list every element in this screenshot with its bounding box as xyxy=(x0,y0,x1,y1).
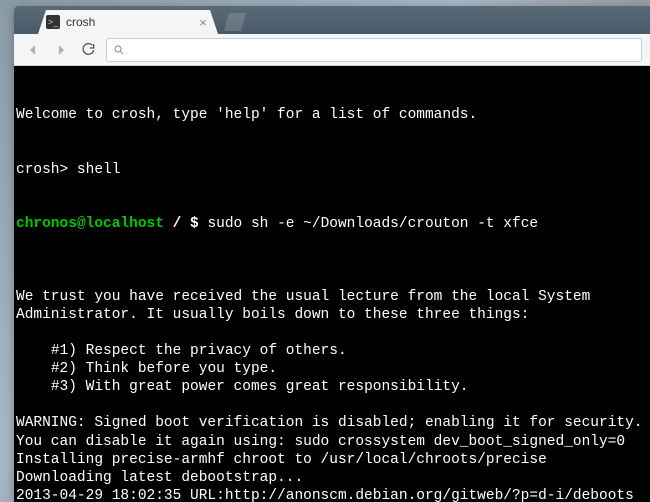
reload-button[interactable] xyxy=(78,39,100,61)
crosh-cmd: shell xyxy=(77,162,121,178)
terminal-line: WARNING: Signed boot verification is dis… xyxy=(16,414,648,432)
arrow-left-icon xyxy=(25,42,41,58)
terminal-line xyxy=(16,396,648,414)
new-tab-button[interactable] xyxy=(224,13,246,31)
search-icon xyxy=(113,44,125,56)
terminal-output: We trust you have received the usual lec… xyxy=(16,269,648,502)
terminal-favicon-icon: >_ xyxy=(46,15,60,29)
shell-cmd: sudo sh -e ~/Downloads/crouton -t xfce xyxy=(207,216,538,232)
terminal-line: Installing precise-armhf chroot to /usr/… xyxy=(16,451,648,469)
tab-crosh[interactable]: >_ crosh × xyxy=(38,10,218,34)
tabstrip: >_ crosh × xyxy=(14,6,650,34)
crosh-prompt: crosh> xyxy=(16,162,77,178)
terminal-line: #1) Respect the privacy of others. xyxy=(16,342,648,360)
browser-window: >_ crosh × Welcome to crosh, type 'help'… xyxy=(14,6,650,502)
reload-icon xyxy=(81,42,97,58)
forward-button[interactable] xyxy=(50,39,72,61)
terminal-shell-prompt-line: chronos@localhost / $ sudo sh -e ~/Downl… xyxy=(16,215,648,233)
arrow-right-icon xyxy=(53,42,69,58)
terminal-line: Downloading latest debootstrap... xyxy=(16,469,648,487)
terminal-line: We trust you have received the usual lec… xyxy=(16,288,648,306)
toolbar xyxy=(14,34,650,66)
terminal[interactable]: Welcome to crosh, type 'help' for a list… xyxy=(14,66,650,502)
terminal-line: #3) With great power comes great respons… xyxy=(16,378,648,396)
url-input[interactable] xyxy=(131,42,635,57)
back-button[interactable] xyxy=(22,39,44,61)
tab-close-icon[interactable]: × xyxy=(196,15,210,29)
omnibox[interactable] xyxy=(106,38,642,62)
terminal-line: 2013-04-29 18:02:35 URL:http://anonscm.d… xyxy=(16,487,648,502)
terminal-line xyxy=(16,269,648,287)
terminal-line xyxy=(16,324,648,342)
prompt-dollar: $ xyxy=(190,216,207,232)
terminal-welcome: Welcome to crosh, type 'help' for a list… xyxy=(16,106,648,124)
tab-title: crosh xyxy=(66,15,196,29)
terminal-line: Administrator. It usually boils down to … xyxy=(16,306,648,324)
prompt-path: / xyxy=(164,216,190,232)
terminal-line: #2) Think before you type. xyxy=(16,360,648,378)
prompt-user: chronos@localhost xyxy=(16,216,164,232)
terminal-line: You can disable it again using: sudo cro… xyxy=(16,433,648,451)
terminal-crosh-prompt-line: crosh> shell xyxy=(16,161,648,179)
